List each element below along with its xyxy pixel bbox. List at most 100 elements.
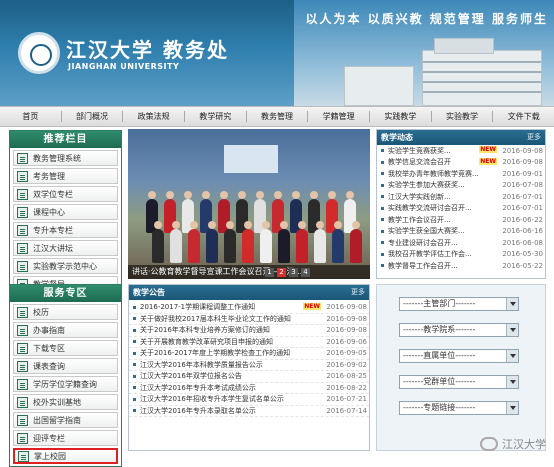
nav-item-registrar[interactable]: 学籍管理: [308, 111, 369, 122]
news-item[interactable]: 教学督导工作会召开... 2016-05-22: [377, 260, 545, 272]
slideshow-page[interactable]: 4: [301, 268, 310, 277]
bullet-icon: [133, 409, 136, 413]
news-item[interactable]: 江汉大学实践创新... 2016-07-01: [377, 191, 545, 203]
service-item[interactable]: 下载专区: [13, 340, 118, 356]
news-item-date: 2016-05-30: [502, 250, 543, 259]
recommend-item[interactable]: 课程中心: [13, 204, 118, 220]
service-item[interactable]: 迎评专栏: [13, 430, 118, 446]
document-icon: [17, 224, 28, 236]
news-item[interactable]: 实验学生获全国大赛奖... 2016-06-16: [377, 226, 545, 238]
projection-screen: [224, 145, 278, 173]
nav-item-practice[interactable]: 实践教学: [370, 111, 431, 122]
slideshow-caption[interactable]: 讲话·公教育教学督导宣课工作会议召开——江...: [128, 265, 370, 279]
news-item[interactable]: 我校举办青年教师教学竞赛... 2016-09-01: [377, 168, 545, 180]
nav-item-about[interactable]: 部门概况: [62, 111, 123, 122]
recommend-item[interactable]: 江汉大讲坛: [13, 240, 118, 256]
photo-figure-head: [316, 221, 324, 229]
news-item[interactable]: 江汉大学2016年本科教学质量报告公示 2016-09-02: [129, 360, 369, 371]
document-icon: [17, 242, 28, 254]
nav-item-research[interactable]: 教学研究: [185, 111, 246, 122]
news-item-title: 实践教学交流研讨会召开...: [388, 204, 472, 213]
bullet-icon: [381, 183, 384, 187]
nav-item-policy[interactable]: 政策法规: [123, 111, 184, 122]
unit-select[interactable]: -------直属单位-------: [399, 349, 519, 363]
news-item[interactable]: 2016-2017-1学期课程调整工作通知 2016-09-08 NEW: [129, 302, 369, 314]
photo-figure: [242, 229, 254, 263]
bullet-icon: [381, 195, 384, 199]
news-item[interactable]: 江汉大学2016年双学位报名公告 2016-08-25: [129, 371, 369, 383]
document-icon: [17, 152, 28, 164]
slideshow-pager: 1 2 3 4: [265, 268, 310, 277]
party-select[interactable]: -------党群单位-------: [399, 375, 519, 389]
news-item[interactable]: 实验学生参加大赛获奖... 2016-07-08: [377, 180, 545, 192]
photo-slideshow[interactable]: 讲话·公教育教学督导宣课工作会议召开——江... 1 2 3 4: [128, 129, 370, 279]
photo-figure: [224, 229, 236, 263]
bullet-icon: [133, 305, 136, 309]
news-item[interactable]: 实验学生竞赛获奖... 2016-09-08 NEW: [377, 145, 545, 157]
news-item[interactable]: 关于做好我校2017届本科生毕业论文工作的通知 2016-09-08: [129, 314, 369, 325]
news-item-date: 2016-08-22: [326, 383, 367, 392]
recommend-item[interactable]: 考务管理: [13, 168, 118, 184]
recommend-item[interactable]: 实验教学示范中心: [13, 258, 118, 274]
document-icon: [17, 206, 28, 218]
chevron-down-icon: [506, 350, 518, 362]
service-item[interactable]: 课表查询: [13, 358, 118, 374]
photo-figure: [350, 229, 362, 263]
photo-figure-head: [238, 191, 246, 199]
news-item[interactable]: 教学信息交流会召开 2016-09-08 NEW: [377, 157, 545, 169]
service-item[interactable]: 校历: [13, 304, 118, 320]
news-item[interactable]: 江汉大学2016年招收专升本学生复试名单公示 2016-07-21: [129, 394, 369, 406]
slideshow-page[interactable]: 3: [289, 268, 298, 277]
topic-select[interactable]: -------专题链接-------: [399, 401, 519, 415]
service-item[interactable]: 出国留学指南: [13, 412, 118, 428]
wechat-icon: [480, 437, 498, 451]
news-item-date: 2016-09-01: [502, 169, 543, 178]
news-item-title: 2016-2017-1学期课程调整工作通知: [140, 303, 256, 312]
news-more-link[interactable]: 更多: [527, 130, 541, 145]
news-item-title: 关于2016-2017年度上学期教学检查工作的通知: [140, 349, 291, 358]
news-item[interactable]: 江汉大学2016年专升本考试成绩公示 2016-08-22: [129, 383, 369, 394]
bullet-icon: [381, 218, 384, 222]
university-name[interactable]: 江汉大学 教务处: [66, 34, 229, 63]
news-item-date: 2016-07-21: [326, 395, 367, 404]
nav-item-lab[interactable]: 实验教学: [432, 111, 493, 122]
news-item-title: 关于2016年本科专业培养方案修订的通知: [140, 326, 270, 335]
recommend-item[interactable]: 教务管理系统: [13, 150, 118, 166]
recommend-item[interactable]: 双学位专栏: [13, 186, 118, 202]
news-item-date: 2016-09-06: [326, 337, 367, 346]
university-name-en: JIANGHAN UNIVERSITY: [68, 62, 180, 71]
nav-item-home[interactable]: 首页: [0, 111, 61, 122]
service-item-highlighted[interactable]: 掌上校园: [13, 448, 118, 464]
slideshow-page[interactable]: 1: [265, 268, 274, 277]
photo-figure-head: [274, 191, 282, 199]
university-logo-icon[interactable]: [18, 32, 60, 74]
department-select[interactable]: -------主管部门-------: [399, 297, 519, 311]
news-item-title: 江汉大学2016年本科教学质量报告公示: [140, 360, 263, 369]
service-panel: 服务专区 校历 办事指南 下载专区 课表查询 学历学位学籍查询 校外实训基地 出…: [9, 284, 122, 467]
service-item[interactable]: 办事指南: [13, 322, 118, 338]
news-item-date: 2016-07-01: [502, 192, 543, 201]
service-item[interactable]: 校外实训基地: [13, 394, 118, 410]
bullet-icon: [381, 229, 384, 233]
news-item[interactable]: 专业建设研讨会召开... 2016-06-08: [377, 237, 545, 249]
news-item[interactable]: 我校召开教学评估工作会... 2016-05-30: [377, 249, 545, 261]
nav-item-academic[interactable]: 教务管理: [247, 111, 308, 122]
recommend-item[interactable]: 专升本专栏: [13, 222, 118, 238]
notice-more-link[interactable]: 更多: [351, 285, 365, 300]
news-item[interactable]: 关于开展教育教学改革研究项目申报的通知 2016-09-06: [129, 337, 369, 348]
news-item[interactable]: 关于2016年本科专业培养方案修订的通知 2016-09-08: [129, 325, 369, 337]
service-item[interactable]: 学历学位学籍查询: [13, 376, 118, 392]
document-icon: [17, 414, 28, 426]
service-title: 服务专区: [10, 285, 121, 302]
news-item[interactable]: 教学工作会议召开... 2016-06-22: [377, 214, 545, 226]
photo-figure-head: [328, 191, 336, 199]
news-item[interactable]: 关于2016-2017年度上学期教学检查工作的通知 2016-09-05: [129, 348, 369, 360]
news-item-date: 2016-06-16: [502, 227, 543, 236]
document-icon: [17, 396, 28, 408]
news-item[interactable]: 江汉大学2016年专升本录取名单公示 2016-07-14: [129, 406, 369, 417]
news-item[interactable]: 实践教学交流研讨会召开... 2016-07-01: [377, 203, 545, 215]
school-select[interactable]: -------教学院系-------: [399, 323, 519, 337]
slideshow-page-active[interactable]: 2: [277, 268, 286, 277]
news-item-title: 实验学生获全国大赛奖...: [388, 227, 465, 236]
nav-item-downloads[interactable]: 文件下载: [493, 111, 554, 122]
